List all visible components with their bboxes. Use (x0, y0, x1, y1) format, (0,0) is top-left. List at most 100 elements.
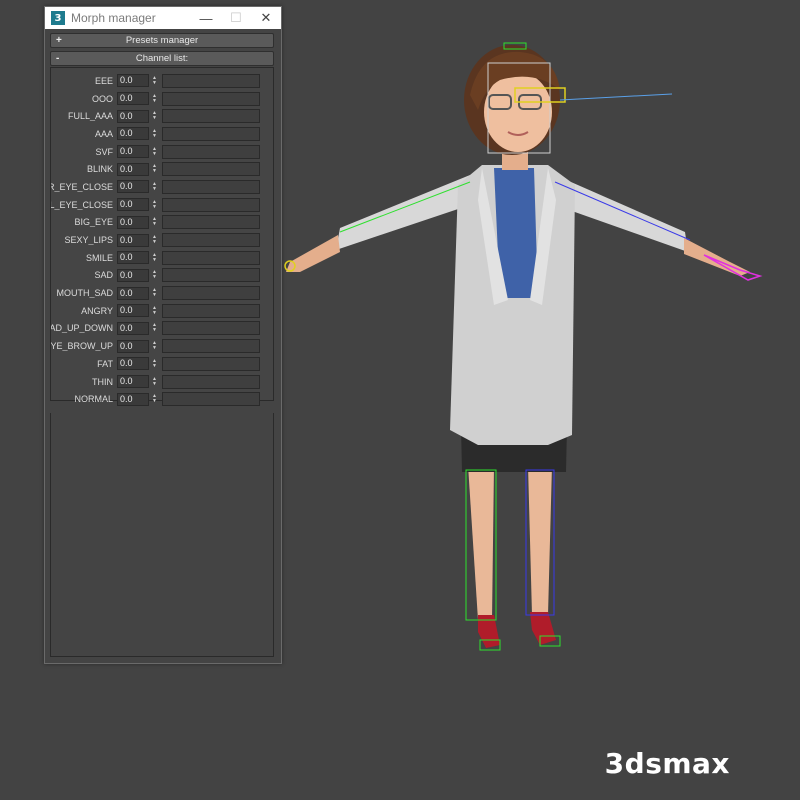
channel-target-button[interactable] (162, 392, 260, 407)
channel-list: EEE 0.0 ▲ ▼ OOO 0.0 ▲ ▼ FULL_AAA 0.0 ▲ ▼ AAA 0.0 ▲ ▼ SVF… (50, 67, 274, 407)
spinner-arrows-icon[interactable]: ▲ ▼ (150, 304, 159, 317)
channel-name: BIG_EYE (74, 217, 113, 228)
channel-row: SAD 0.0 ▲ ▼ (51, 267, 273, 285)
channel-name: NORMAL (74, 394, 113, 405)
channel-target-button[interactable] (162, 233, 260, 248)
spinner-arrows-icon[interactable]: ▲ ▼ (150, 92, 159, 105)
channel-target-button[interactable] (162, 356, 260, 371)
channel-value-field[interactable]: 0.0 (117, 392, 149, 406)
channel-row: BIG_EYE 0.0 ▲ ▼ (51, 214, 273, 232)
spinner-arrows-icon[interactable]: ▲ ▼ (150, 74, 159, 87)
channel-target-button[interactable] (162, 215, 260, 230)
channel-value-field[interactable]: 0.0 (117, 198, 149, 212)
channel-row: R_EYE_CLOSE 0.0 ▲ ▼ (51, 178, 273, 196)
channel-target-button[interactable] (162, 197, 260, 212)
channel-row: ANGRY 0.0 ▲ ▼ (51, 302, 273, 320)
presets-manager-rollout[interactable]: + Presets manager (50, 33, 274, 48)
channel-name: AAA (94, 128, 113, 139)
spinner-arrows-icon[interactable]: ▲ ▼ (150, 269, 159, 282)
channel-name: SVF (95, 146, 113, 157)
channel-value-field[interactable]: 0.0 (117, 251, 149, 265)
channel-value-field[interactable]: 0.0 (117, 321, 149, 335)
channel-value-field[interactable]: 0.0 (117, 162, 149, 176)
spinner-arrows-icon[interactable]: ▲ ▼ (150, 340, 159, 353)
channel-row: FAT 0.0 ▲ ▼ (51, 355, 273, 373)
title-bar[interactable]: 3 Morph manager — ☐ ✕ (45, 7, 281, 29)
rollout-title: Channel list: (135, 53, 189, 64)
channel-list-rollout[interactable]: - Channel list: (50, 51, 274, 66)
channel-target-button[interactable] (162, 179, 260, 194)
channel-row: EYE_BROW_UP 0.0 ▲ ▼ (51, 337, 273, 355)
channel-name: MOUTH_SAD (56, 288, 113, 299)
channel-value-field[interactable]: 0.0 (117, 215, 149, 229)
channel-value-field[interactable]: 0.0 (117, 109, 149, 123)
channel-target-button[interactable] (162, 162, 260, 177)
channel-row: BLINK 0.0 ▲ ▼ (51, 160, 273, 178)
channel-row: SVF 0.0 ▲ ▼ (51, 143, 273, 161)
spinner-arrows-icon[interactable]: ▲ ▼ (150, 180, 159, 193)
spinner-arrows-icon[interactable]: ▲ ▼ (150, 110, 159, 123)
close-button[interactable]: ✕ (251, 7, 281, 29)
channel-name: BLINK (86, 164, 113, 175)
channel-name: SMILE (85, 252, 113, 263)
channel-target-button[interactable] (162, 268, 260, 283)
channel-value-field[interactable]: 0.0 (117, 92, 149, 106)
spinner-arrows-icon[interactable]: ▲ ▼ (150, 393, 159, 406)
spinner-arrows-icon[interactable]: ▲ ▼ (150, 145, 159, 158)
spinner-arrows-icon[interactable]: ▲ ▼ (150, 198, 159, 211)
channel-row: MOUTH_SAD 0.0 ▲ ▼ (51, 284, 273, 302)
spinner-arrows-icon[interactable]: ▲ ▼ (150, 375, 159, 388)
channel-name: OOO (91, 93, 113, 104)
spinner-arrows-icon[interactable]: ▲ ▼ (150, 234, 159, 247)
channel-name: EYE_BROW_UP (51, 341, 113, 352)
spinner-arrows-icon[interactable]: ▲ ▼ (150, 163, 159, 176)
channel-row: AAA 0.0 ▲ ▼ (51, 125, 273, 143)
spinner-arrows-icon[interactable]: ▲ ▼ (150, 127, 159, 140)
channel-target-button[interactable] (162, 109, 260, 124)
channel-value-field[interactable]: 0.0 (117, 357, 149, 371)
channel-target-button[interactable] (162, 321, 260, 336)
channel-target-button[interactable] (162, 144, 260, 159)
channel-row: EAD_UP_DOWN 0.0▲▼ (51, 320, 273, 338)
spinner-arrows-icon[interactable]: ▲ ▼ (150, 357, 159, 370)
channel-target-button[interactable] (162, 126, 260, 141)
channel-name: FULL_AAA (67, 111, 113, 122)
channel-row: SEXY_LIPS 0.0 ▲ ▼ (51, 231, 273, 249)
empty-panel-area (50, 413, 274, 657)
channel-name: ANGRY (81, 305, 113, 316)
minimize-button[interactable]: — (191, 7, 221, 29)
channel-value-field[interactable]: 0.0 (117, 286, 149, 300)
channel-target-button[interactable] (162, 91, 260, 106)
spinner-arrows-icon[interactable]: ▲ ▼ (150, 216, 159, 229)
channel-target-button[interactable] (162, 303, 260, 318)
channel-target-button[interactable] (162, 250, 260, 265)
channel-target-button[interactable] (162, 339, 260, 354)
channel-name: SAD (94, 270, 113, 281)
channel-value-field[interactable]: 0.0 (117, 304, 149, 318)
morph-manager-window[interactable]: 3 Morph manager — ☐ ✕ + Presets manager … (44, 6, 282, 664)
channel-target-button[interactable] (162, 374, 260, 389)
channel-value-field[interactable]: 0.0 (117, 233, 149, 247)
channel-value-field[interactable]: 0.0 (117, 375, 149, 389)
spinner-arrows-icon[interactable]: ▲ ▼ (150, 251, 159, 264)
channel-value-field[interactable]: 0.0 (117, 339, 149, 353)
collapse-icon: - (56, 53, 60, 64)
channel-value-field[interactable]: 0.0 (117, 145, 149, 159)
maximize-button[interactable]: ☐ (221, 7, 251, 29)
3dsmax-app-icon: 3 (51, 11, 65, 25)
channel-name: THIN (92, 376, 113, 387)
channel-target-button[interactable] (162, 73, 260, 88)
spinner-arrows-icon[interactable]: ▲ ▼ (150, 322, 159, 335)
channel-value-field[interactable]: 0.0 (117, 127, 149, 141)
channel-row: THIN 0.0 ▲ ▼ (51, 373, 273, 391)
channel-name: EAD_UP_DOWN (51, 323, 113, 334)
rollout-title: Presets manager (125, 35, 199, 46)
channel-value-field[interactable]: 0.0 (117, 180, 149, 194)
channel-name: L_EYE_CLOSE (51, 199, 113, 210)
channel-value-field[interactable]: 0.0 (117, 74, 149, 88)
channel-value-field[interactable]: 0.0 (117, 268, 149, 282)
channel-row: FULL_AAA 0.0 ▲ ▼ (51, 107, 273, 125)
channel-target-button[interactable] (162, 286, 260, 301)
spinner-arrows-icon[interactable]: ▲ ▼ (150, 287, 159, 300)
channel-name: R_EYE_CLOSE (51, 181, 113, 192)
